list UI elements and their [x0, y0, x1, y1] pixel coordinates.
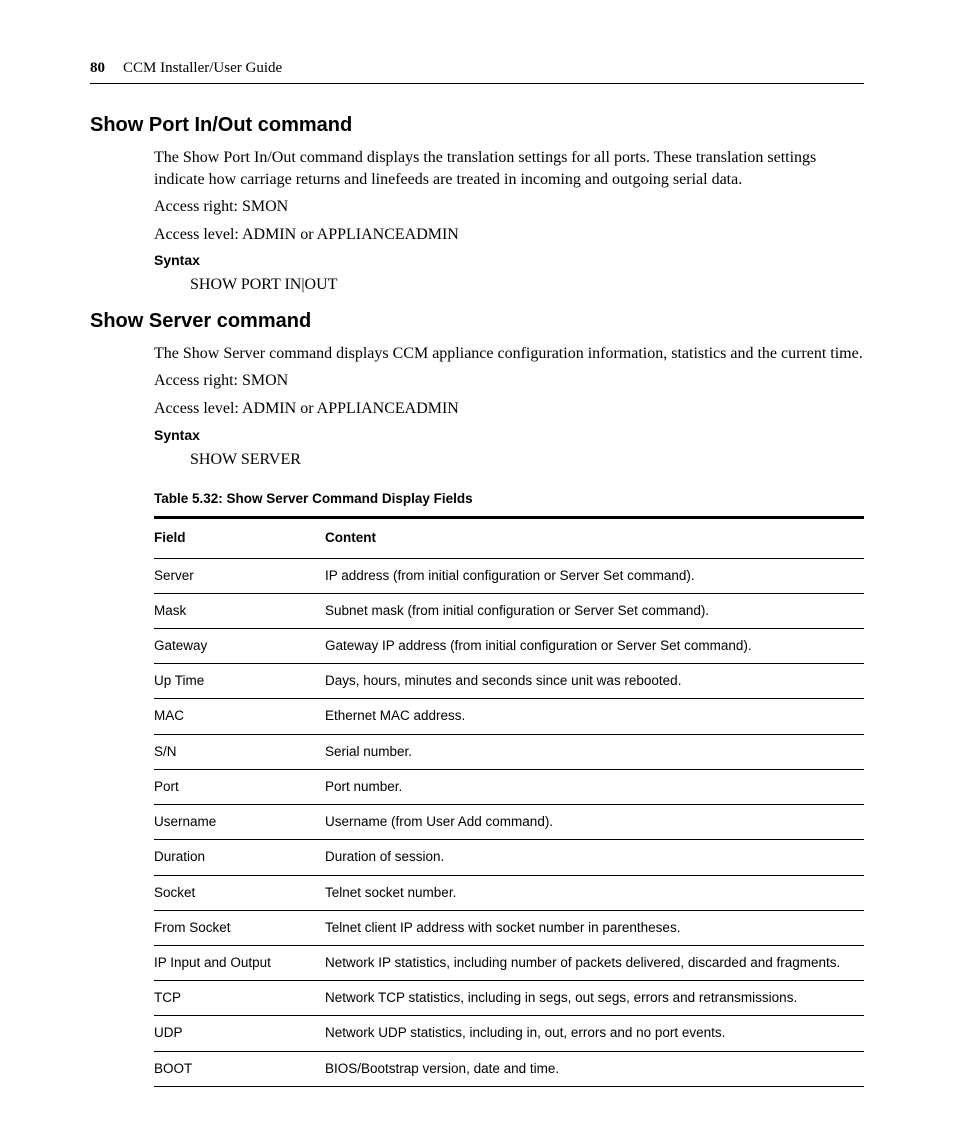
table-row: UsernameUsername (from User Add command)…: [154, 805, 864, 840]
cell-field: Gateway: [154, 629, 325, 664]
access-right-show-server: Access right: SMON: [154, 370, 864, 392]
table-row: IP Input and OutputNetwork IP statistics…: [154, 945, 864, 980]
cell-field: Duration: [154, 840, 325, 875]
table-row: GatewayGateway IP address (from initial …: [154, 629, 864, 664]
cell-content: BIOS/Bootstrap version, date and time.: [325, 1051, 864, 1086]
cell-field: IP Input and Output: [154, 945, 325, 980]
para-show-server-desc: The Show Server command displays CCM app…: [154, 343, 864, 365]
cell-field: Server: [154, 558, 325, 593]
guide-title: CCM Installer/User Guide: [123, 60, 282, 77]
cell-content: IP address (from initial configuration o…: [325, 558, 864, 593]
table-row: PortPort number.: [154, 769, 864, 804]
cell-content: Telnet client IP address with socket num…: [325, 910, 864, 945]
table-row: SocketTelnet socket number.: [154, 875, 864, 910]
table-header-row: Field Content: [154, 518, 864, 558]
cell-content: Ethernet MAC address.: [325, 699, 864, 734]
cell-content: Username (from User Add command).: [325, 805, 864, 840]
cell-field: S/N: [154, 734, 325, 769]
section-body-show-server: The Show Server command displays CCM app…: [154, 343, 864, 1087]
cell-content: Network TCP statistics, including in seg…: [325, 981, 864, 1016]
fields-table: Field Content ServerIP address (from ini…: [154, 516, 864, 1087]
cell-field: TCP: [154, 981, 325, 1016]
cell-field: From Socket: [154, 910, 325, 945]
table-row: MACEthernet MAC address.: [154, 699, 864, 734]
cell-field: Socket: [154, 875, 325, 910]
table-row: BOOTBIOS/Bootstrap version, date and tim…: [154, 1051, 864, 1086]
cell-field: BOOT: [154, 1051, 325, 1086]
cell-content: Gateway IP address (from initial configu…: [325, 629, 864, 664]
para-show-port-desc: The Show Port In/Out command displays th…: [154, 147, 864, 190]
cell-content: Network IP statistics, including number …: [325, 945, 864, 980]
cell-field: Port: [154, 769, 325, 804]
cell-content: Telnet socket number.: [325, 875, 864, 910]
table-row: ServerIP address (from initial configura…: [154, 558, 864, 593]
access-right-show-port: Access right: SMON: [154, 196, 864, 218]
cell-field: Up Time: [154, 664, 325, 699]
table-row: Up TimeDays, hours, minutes and seconds …: [154, 664, 864, 699]
cell-content: Serial number.: [325, 734, 864, 769]
table-row: MaskSubnet mask (from initial configurat…: [154, 593, 864, 628]
page-number: 80: [90, 60, 105, 77]
section-heading-show-port: Show Port In/Out command: [90, 114, 864, 137]
syntax-line-show-port: SHOW PORT IN|OUT: [190, 274, 864, 296]
cell-content: Subnet mask (from initial configuration …: [325, 593, 864, 628]
col-header-field: Field: [154, 518, 325, 558]
syntax-line-show-server: SHOW SERVER: [190, 449, 864, 471]
section-body-show-port: The Show Port In/Out command displays th…: [154, 147, 864, 296]
cell-field: UDP: [154, 1016, 325, 1051]
cell-field: MAC: [154, 699, 325, 734]
cell-field: Mask: [154, 593, 325, 628]
cell-content: Days, hours, minutes and seconds since u…: [325, 664, 864, 699]
section-heading-show-server: Show Server command: [90, 310, 864, 333]
page-header: 80 CCM Installer/User Guide: [90, 60, 864, 84]
table-row: TCPNetwork TCP statistics, including in …: [154, 981, 864, 1016]
cell-content: Duration of session.: [325, 840, 864, 875]
cell-field: Username: [154, 805, 325, 840]
cell-content: Port number.: [325, 769, 864, 804]
syntax-label-show-server: Syntax: [154, 426, 864, 445]
table-row: DurationDuration of session.: [154, 840, 864, 875]
table-row: S/NSerial number.: [154, 734, 864, 769]
syntax-label-show-port: Syntax: [154, 251, 864, 270]
table-row: UDPNetwork UDP statistics, including in,…: [154, 1016, 864, 1051]
table-row: From SocketTelnet client IP address with…: [154, 910, 864, 945]
access-level-show-server: Access level: ADMIN or APPLIANCEADMIN: [154, 398, 864, 420]
access-level-show-port: Access level: ADMIN or APPLIANCEADMIN: [154, 224, 864, 246]
table-caption: Table 5.32: Show Server Command Display …: [154, 490, 864, 508]
cell-content: Network UDP statistics, including in, ou…: [325, 1016, 864, 1051]
col-header-content: Content: [325, 518, 864, 558]
